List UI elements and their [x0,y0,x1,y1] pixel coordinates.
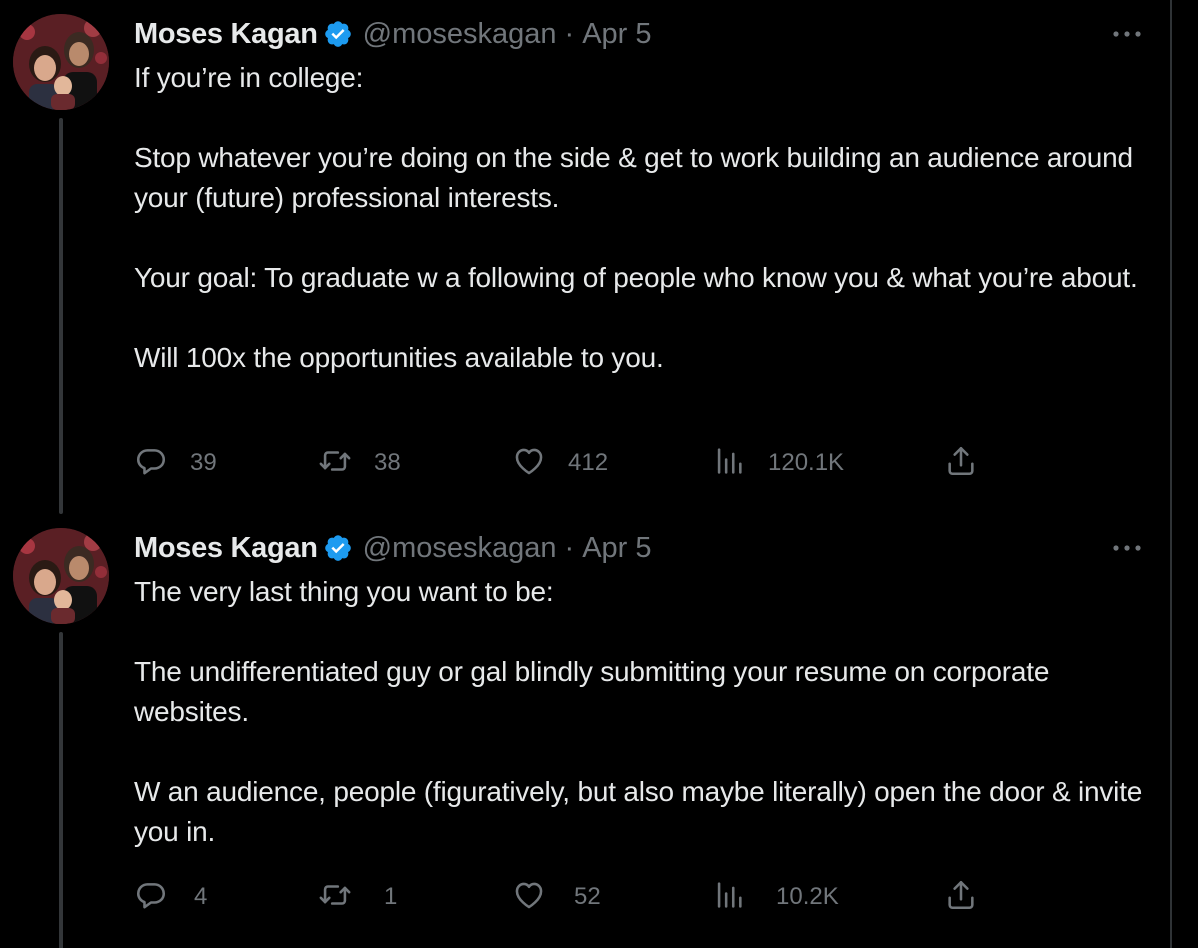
tweet[interactable]: Moses Kagan @moseskagan · Apr 5 If you’r… [0,0,1170,514]
like-button[interactable]: 52 [512,877,601,917]
more-options-icon[interactable] [1108,22,1148,46]
views-button[interactable]: 120.1K [712,443,844,483]
like-button[interactable]: 412 [512,443,608,483]
more-options-icon[interactable] [1108,536,1148,560]
reply-button[interactable]: 4 [134,877,207,917]
reply-button[interactable]: 39 [134,443,217,483]
tweet-header: Moses Kagan @moseskagan · Apr 5 [134,528,652,568]
tweet-paragraph: If you’re in college: [134,62,364,93]
author-name[interactable]: Moses Kagan [134,18,318,51]
tweet-paragraph: Will 100x the opportunities available to… [134,342,664,373]
tweet-date[interactable]: Apr 5 [582,532,651,565]
share-icon [944,878,978,917]
author-handle[interactable]: @moseskagan [363,532,557,565]
author-name[interactable]: Moses Kagan [134,532,318,565]
heart-icon [512,444,546,483]
verified-badge-icon[interactable] [323,19,353,49]
views-count: 120.1K [768,449,845,476]
tweet-actions-bar: 4 1 52 10.2K [134,877,994,917]
views-count: 10.2K [776,883,839,910]
tweet-header: Moses Kagan @moseskagan · Apr 5 [134,14,652,54]
tweet-date[interactable]: Apr 5 [582,18,651,51]
tweet[interactable]: Moses Kagan @moseskagan · Apr 5 The very… [0,514,1170,948]
separator-dot: · [564,17,575,50]
retweet-button[interactable]: 1 [318,877,397,917]
views-button[interactable]: 10.2K [712,877,839,917]
tweet-paragraph: The very last thing you want to be: [134,576,554,607]
tweet-paragraph: W an audience, people (figuratively, but… [134,776,1143,847]
avatar[interactable] [13,528,109,624]
thread-connector-line [59,118,63,514]
heart-icon [512,878,546,917]
tweet-paragraph: Your goal: To graduate w a following of … [134,262,1138,293]
retweet-icon [318,444,352,483]
reply-icon [134,444,168,483]
reply-count: 39 [190,449,217,476]
tweet-paragraph: The undifferentiated guy or gal blindly … [134,656,1050,727]
share-button[interactable] [944,877,978,917]
tweet-actions-bar: 39 38 412 120.1K [134,443,994,483]
reply-icon [134,878,168,917]
tweet-paragraph: Stop whatever you’re doing on the side &… [134,142,1133,213]
separator-dot: · [564,531,575,564]
author-handle[interactable]: @moseskagan [363,18,557,51]
reply-count: 4 [194,883,208,910]
retweet-count: 38 [374,449,401,476]
like-count: 412 [568,449,609,476]
like-count: 52 [574,883,601,910]
tweet-text: If you’re in college: Stop whatever you’… [134,58,1154,378]
avatar[interactable] [13,14,109,110]
timeline-border [1170,0,1172,948]
views-icon [712,444,746,483]
views-icon [712,878,746,917]
retweet-count: 1 [384,883,398,910]
verified-badge-icon[interactable] [323,533,353,563]
retweet-icon [318,878,352,917]
retweet-button[interactable]: 38 [318,443,401,483]
tweet-text: The very last thing you want to be: The … [134,572,1154,852]
thread-connector-line [59,632,63,948]
share-icon [944,444,978,483]
share-button[interactable] [944,443,978,483]
